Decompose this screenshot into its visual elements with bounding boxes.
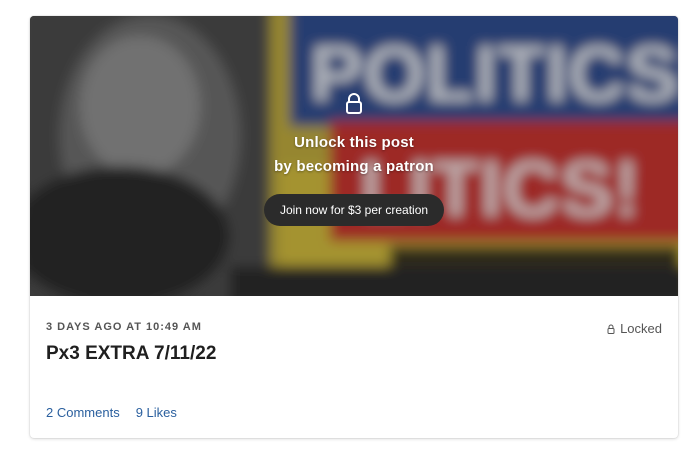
lock-icon <box>344 92 364 114</box>
unlock-heading: Unlock this post <box>294 134 414 151</box>
post-title[interactable]: Px3 EXTRA 7/11/22 <box>46 343 216 365</box>
small-lock-icon <box>607 324 615 334</box>
join-now-button[interactable]: Join now for $3 per creation <box>264 194 444 226</box>
post-card: POLITICS! LITICS! Unlock this post by be… <box>30 16 678 438</box>
unlock-subheading: by becoming a patron <box>274 158 434 175</box>
comments-link[interactable]: 2 Comments <box>46 405 120 420</box>
likes-link[interactable]: 9 Likes <box>136 405 177 420</box>
blurred-preview-image[interactable]: POLITICS! LITICS! Unlock this post by be… <box>30 16 678 296</box>
locked-status: Locked <box>607 321 662 336</box>
post-date: 3 DAYS AGO AT 10:49 AM <box>46 321 202 333</box>
preview-dim-overlay <box>30 16 678 296</box>
post-actions: 2 Comments 9 Likes <box>46 405 177 420</box>
locked-label: Locked <box>620 321 662 336</box>
